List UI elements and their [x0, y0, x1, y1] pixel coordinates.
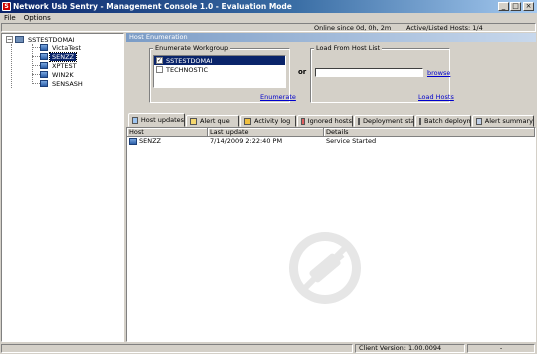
- table-row[interactable]: SENZZ 7/14/2009 2:22:40 PM Service Start…: [127, 137, 535, 146]
- log-icon: [244, 117, 251, 125]
- menu-bar: File Options: [0, 13, 537, 23]
- tab-label: Alert summary: [484, 117, 533, 125]
- title-bar[interactable]: S Network Usb Sentry - Management Consol…: [0, 0, 537, 13]
- host-tree[interactable]: − SSTESTDOMAI VictaTest SENZZ XPTEST WIN…: [1, 33, 124, 342]
- computer-icon: [40, 80, 48, 87]
- bottom-status-bar: Client Version: 1.00.0094 -: [0, 343, 537, 354]
- cell-host: SENZZ: [127, 137, 208, 146]
- enumerate-link[interactable]: Enumerate: [260, 93, 296, 101]
- tab-batch-deployment[interactable]: Batch deployment: [415, 115, 471, 127]
- main-panel: Host Enumeration Enumerate Workgroup ✓ S…: [126, 33, 536, 342]
- workgroup-item-label: TECHNOSTIC: [166, 65, 209, 74]
- status-panel-main: [1, 344, 353, 353]
- workgroup-item[interactable]: TECHNOSTIC: [154, 65, 285, 74]
- window-title: Network Usb Sentry - Management Console …: [13, 2, 292, 11]
- tree-host-label: VictaTest: [52, 43, 82, 52]
- browse-link[interactable]: browse: [427, 69, 450, 77]
- tab-ignored-hosts[interactable]: Ignored hosts: [297, 115, 353, 127]
- column-details[interactable]: Details: [324, 128, 535, 136]
- hosts-count: Active/Listed Hosts: 1/4: [406, 24, 483, 32]
- column-last-update[interactable]: Last update: [208, 128, 324, 136]
- tree-host-xptest[interactable]: XPTEST: [40, 61, 79, 70]
- workgroup-item[interactable]: ✓ SSTESTDOMAI: [154, 56, 285, 65]
- tab-label: Batch deployment: [424, 117, 470, 125]
- minimize-button[interactable]: _: [498, 2, 509, 11]
- tab-label: Alert que: [200, 117, 230, 125]
- workgroup-checkbox[interactable]: [156, 66, 163, 73]
- column-host[interactable]: Host: [127, 128, 208, 136]
- tree-host-senzz[interactable]: SENZZ: [40, 51, 78, 62]
- tree-host-victatest[interactable]: VictaTest: [40, 43, 83, 52]
- tab-alert-que[interactable]: Alert que: [186, 115, 239, 127]
- client-version: Client Version: 1.00.0094: [355, 344, 465, 353]
- workgroup-list[interactable]: ✓ SSTESTDOMAI TECHNOSTIC: [153, 55, 286, 88]
- app-logo-icon: S: [2, 2, 11, 11]
- collapse-icon[interactable]: −: [6, 36, 13, 43]
- computer-icon: [40, 71, 48, 78]
- alert-icon: [190, 117, 197, 125]
- load-hosts-link[interactable]: Load Hosts: [418, 93, 454, 101]
- ignore-icon: [301, 117, 305, 125]
- computer-icon: [40, 62, 48, 69]
- host-list-path-input[interactable]: [315, 68, 423, 77]
- maximize-button[interactable]: □: [510, 2, 521, 11]
- close-button[interactable]: ×: [523, 2, 534, 11]
- tree-host-label: WIN2K: [52, 70, 74, 79]
- host-updates-grid[interactable]: Host Last update Details SENZZ 7/14/2009…: [126, 127, 536, 342]
- tree-host-label: SENZZ: [48, 51, 78, 62]
- grid-header: Host Last update Details: [127, 128, 535, 137]
- refresh-icon: [132, 116, 138, 124]
- load-host-list-legend: Load From Host List: [314, 44, 383, 52]
- computer-icon: [129, 138, 137, 145]
- deploy-icon: [358, 117, 360, 125]
- tree-host-label: SENSASH: [52, 79, 83, 88]
- tab-host-updates[interactable]: Host updates: [128, 113, 185, 127]
- menu-file[interactable]: File: [0, 14, 20, 22]
- summary-icon: [476, 117, 482, 125]
- tree-host-label: XPTEST: [52, 61, 77, 70]
- batch-icon: [419, 117, 421, 125]
- tree-host-sensash[interactable]: SENSASH: [40, 79, 85, 88]
- tab-label: Ignored hosts: [307, 117, 352, 125]
- domain-icon: [15, 36, 24, 43]
- tree-host-win2k[interactable]: WIN2K: [40, 70, 76, 79]
- computer-icon: [40, 53, 48, 60]
- tab-label: Deployment status: [363, 117, 414, 125]
- tab-deployment-status[interactable]: Deployment status: [354, 115, 414, 127]
- or-label: or: [298, 68, 307, 76]
- workgroup-item-label: SSTESTDOMAI: [166, 56, 213, 65]
- enumerate-workgroup-legend: Enumerate Workgroup: [153, 44, 231, 52]
- tab-activity-log[interactable]: Activity log: [240, 115, 296, 127]
- computer-icon: [40, 44, 48, 51]
- cell-last-update: 7/14/2009 2:22:40 PM: [210, 137, 283, 145]
- cell-host-text: SENZZ: [139, 137, 162, 145]
- top-status-bar: Online since 0d, 0h, 2m Active/Listed Ho…: [1, 23, 536, 32]
- usb-sentry-watermark-icon: [289, 232, 361, 304]
- host-enumeration-header: Host Enumeration: [126, 33, 536, 42]
- tab-alert-summary[interactable]: Alert summary: [472, 115, 534, 127]
- online-status: Online since 0d, 0h, 2m: [314, 24, 392, 32]
- tab-label: Host updates: [140, 116, 184, 124]
- workgroup-checkbox[interactable]: ✓: [156, 57, 163, 64]
- menu-options[interactable]: Options: [20, 14, 55, 22]
- status-extra: -: [467, 344, 535, 353]
- tab-label: Activity log: [254, 117, 291, 125]
- cell-details: Service Started: [326, 137, 377, 145]
